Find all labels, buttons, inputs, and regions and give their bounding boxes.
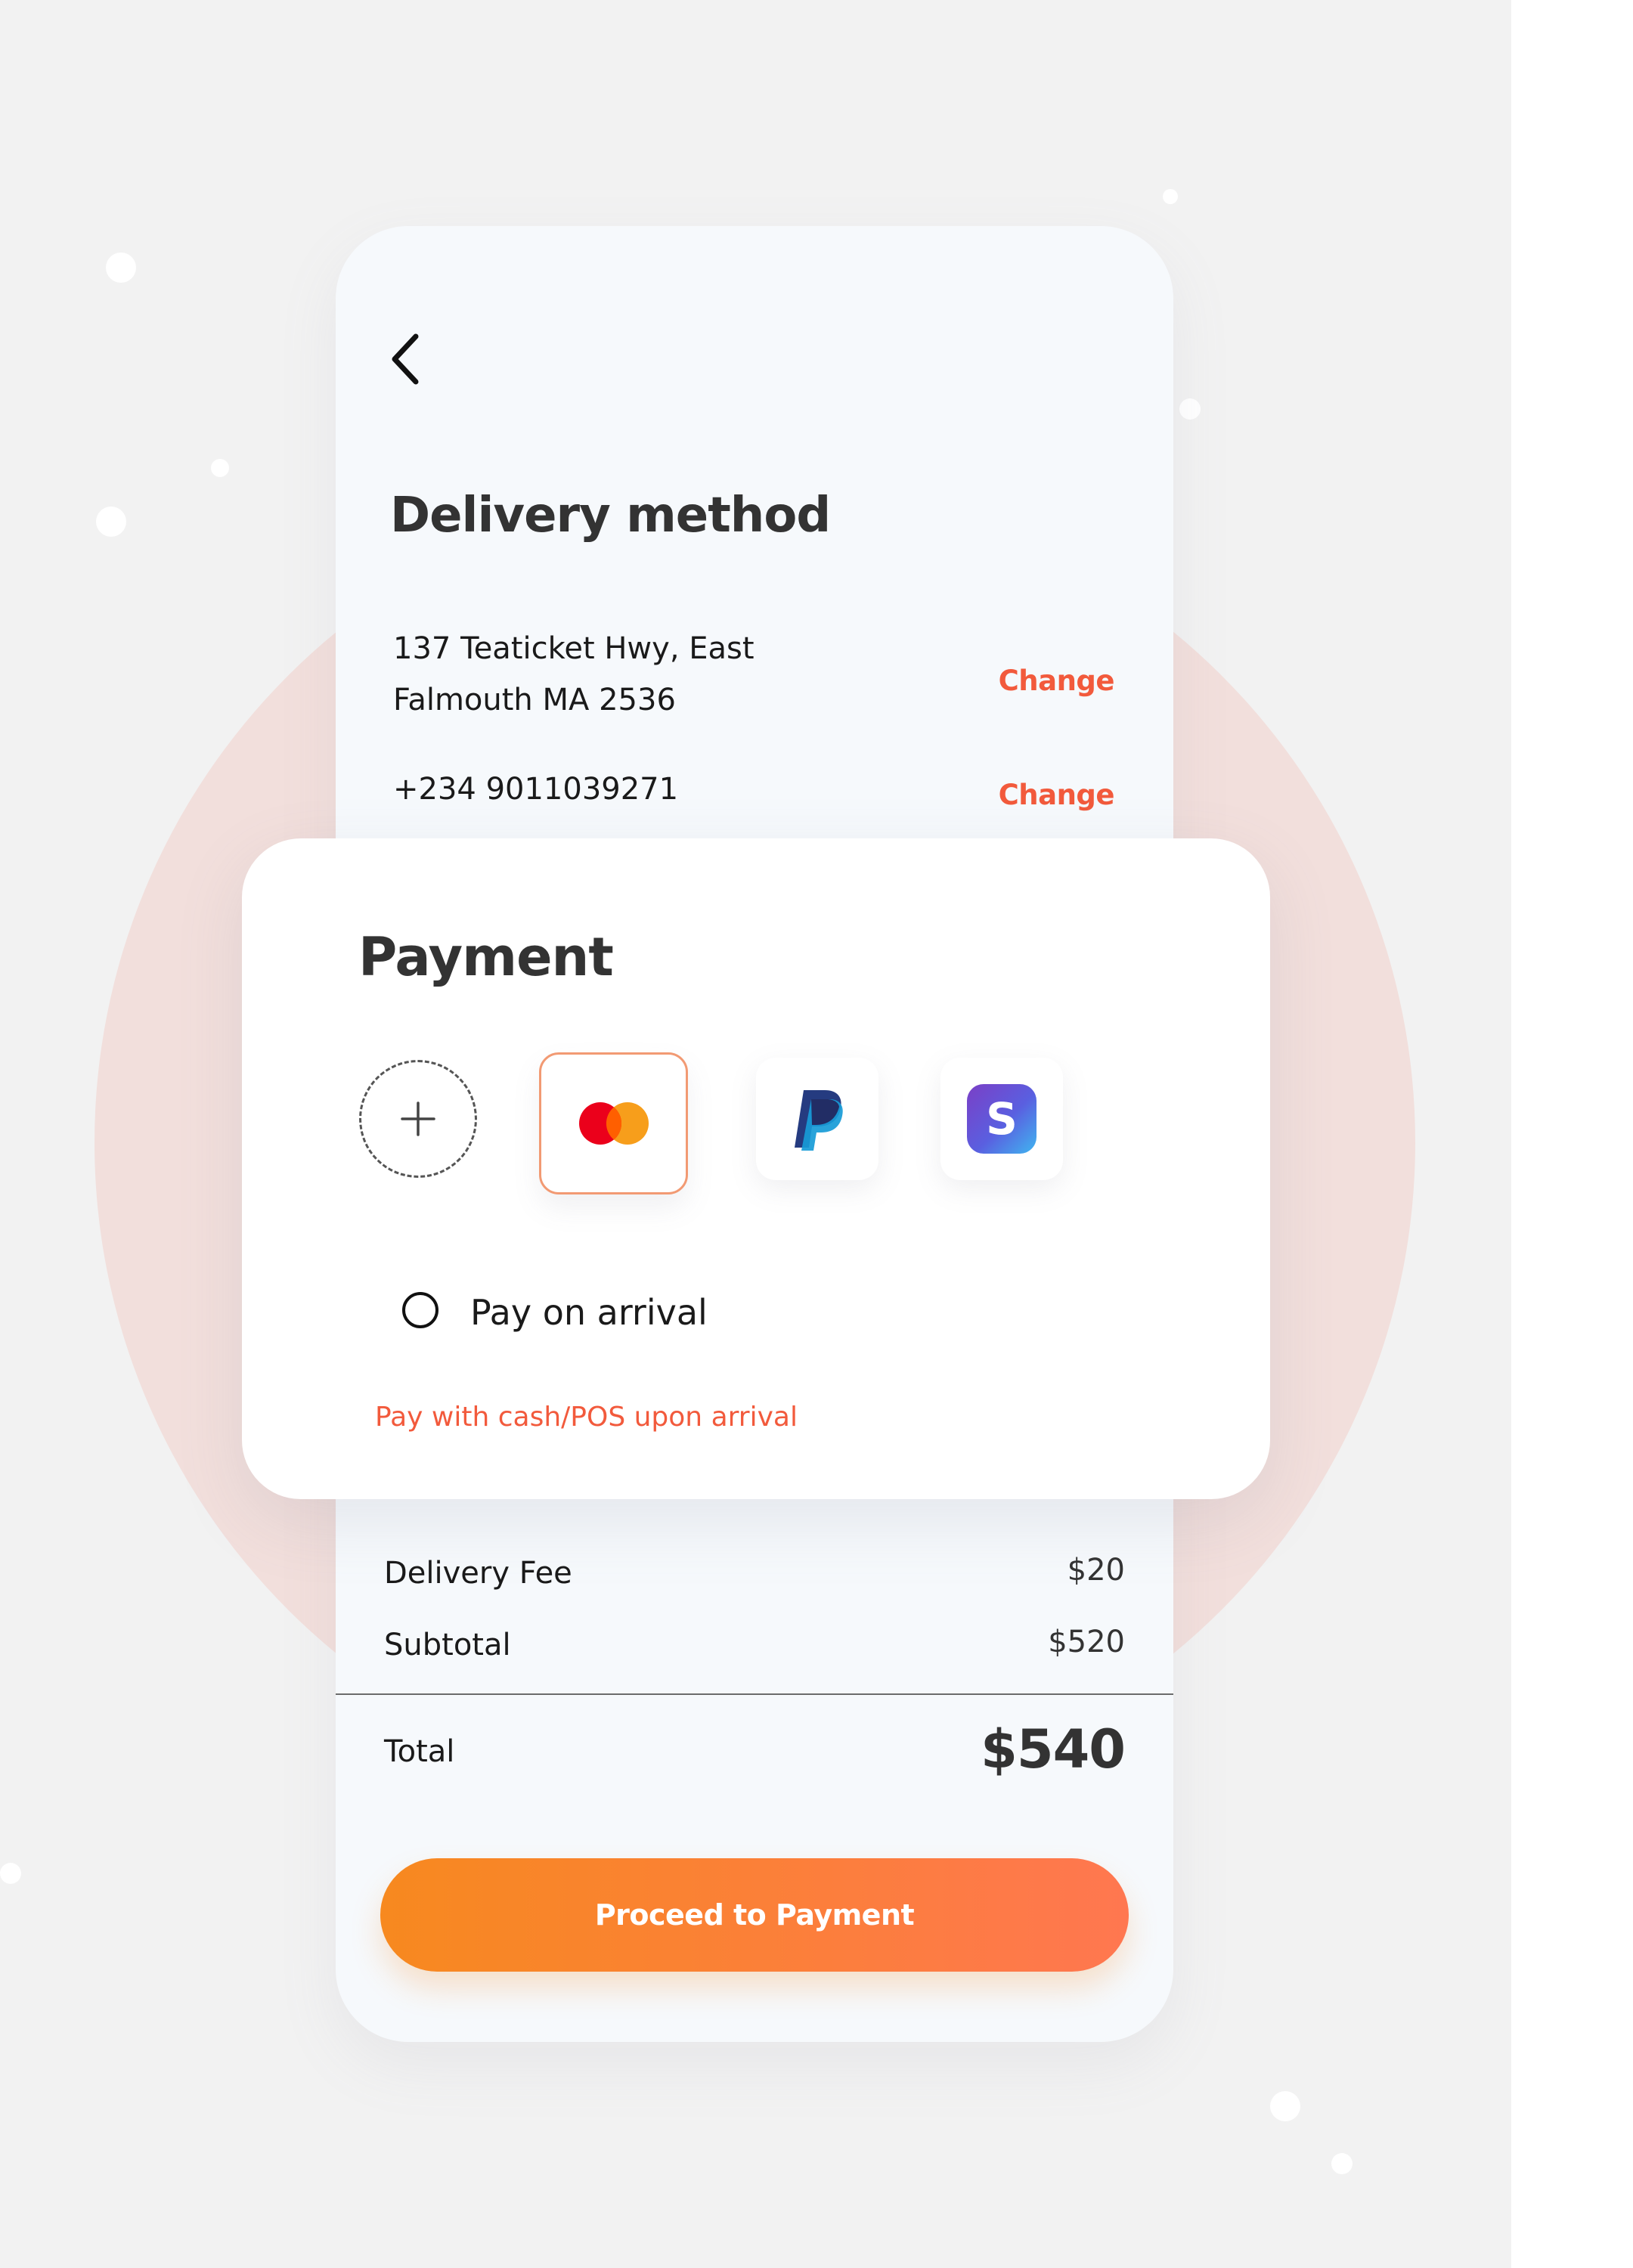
svg-text:S: S (986, 1093, 1018, 1145)
decorative-dot (211, 459, 229, 477)
subtotal-label: Subtotal (384, 1628, 511, 1662)
skrill-option[interactable]: S (940, 1058, 1063, 1180)
decorative-dot (1163, 189, 1178, 204)
proceed-to-payment-button[interactable]: Proceed to Payment (380, 1858, 1129, 1972)
plus-icon (401, 1101, 435, 1136)
mastercard-option[interactable] (539, 1052, 688, 1194)
total-value: $540 (981, 1718, 1126, 1780)
pay-on-arrival-radio[interactable] (402, 1292, 438, 1328)
subtotal-value: $520 (1048, 1625, 1125, 1659)
pay-on-arrival-label[interactable]: Pay on arrival (470, 1292, 708, 1333)
decorative-dot (0, 1863, 21, 1884)
phone-number: +234 9011039271 (393, 772, 679, 807)
summary-divider (336, 1693, 1173, 1695)
paypal-icon (795, 1090, 843, 1151)
address-line-2: Falmouth MA 2536 (393, 683, 676, 717)
paypal-option[interactable] (756, 1058, 878, 1180)
delivery-fee-value: $20 (1067, 1553, 1125, 1588)
decorative-dot (1270, 2091, 1300, 2121)
total-label: Total (384, 1734, 455, 1769)
delivery-method-title: Delivery method (390, 488, 831, 544)
skrill-icon: S (967, 1084, 1037, 1154)
decorative-dot (106, 253, 136, 283)
delivery-fee-label: Delivery Fee (384, 1556, 572, 1591)
decorative-dot (1179, 398, 1201, 420)
payment-title: Payment (358, 926, 614, 988)
payment-note: Pay with cash/POS upon arrival (375, 1402, 798, 1433)
decorative-dot (1331, 2153, 1353, 2174)
address-line-1: 137 Teaticket Hwy, East (393, 631, 755, 666)
mastercard-icon (578, 1102, 649, 1145)
payment-card: Payment S Pay on arrival Pay with cash/P… (242, 838, 1270, 1499)
back-arrow-icon[interactable] (384, 329, 429, 389)
change-phone-link[interactable]: Change (999, 779, 1115, 811)
change-address-link[interactable]: Change (999, 665, 1115, 697)
add-payment-method-button[interactable] (359, 1060, 477, 1178)
decorative-dot (96, 507, 126, 537)
